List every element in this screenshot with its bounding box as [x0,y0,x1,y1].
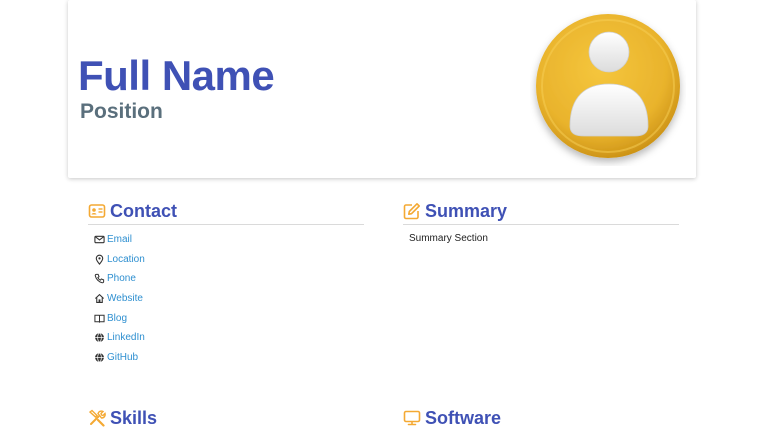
contact-item-location: Location [94,250,145,270]
contact-link-phone[interactable]: Phone [107,273,136,284]
position-title: Position [80,100,163,123]
contact-item-email: Email [94,230,145,250]
globe-icon [94,352,105,363]
contact-link-blog[interactable]: Blog [107,313,127,324]
mail-icon [94,234,105,245]
software-title-label: Software [425,407,502,428]
summary-text: Summary Section [409,233,488,244]
contact-item-blog: Blog [94,308,145,328]
map-pin-icon [94,254,105,265]
contact-divider [88,224,364,225]
tools-icon [88,409,106,427]
contact-link-github[interactable]: GitHub [107,352,138,363]
contact-link-website[interactable]: Website [107,293,143,304]
software-section-title: Software [403,406,501,430]
contact-item-linkedin: LinkedIn [94,328,145,348]
phone-icon [94,273,105,284]
contact-item-phone: Phone [94,269,145,289]
globe-icon [94,332,105,343]
contact-item-website: Website [94,289,145,309]
monitor-icon [403,409,421,427]
contact-title-label: Contact [110,200,177,221]
contact-list: Email Location Phone Website Blog Linked… [94,230,145,367]
book-icon [94,313,105,324]
contact-link-location[interactable]: Location [107,254,145,265]
skills-title-label: Skills [110,407,158,428]
summary-divider [403,224,679,225]
skills-section-title: Skills [88,406,157,430]
full-name: Full Name [78,52,275,99]
edit-icon [403,202,421,220]
contact-section-title: Contact [88,199,177,223]
resume-page: Full Name Position Contact Email Locatio… [0,0,765,430]
summary-title-label: Summary [425,200,508,221]
id-card-icon [88,202,106,220]
contact-link-email[interactable]: Email [107,234,132,245]
home-icon [94,293,105,304]
contact-item-github: GitHub [94,348,145,368]
user-avatar-icon [536,14,680,158]
summary-section-title: Summary [403,199,507,223]
header-card: Full Name Position [68,0,696,178]
contact-link-linkedin[interactable]: LinkedIn [107,332,145,343]
